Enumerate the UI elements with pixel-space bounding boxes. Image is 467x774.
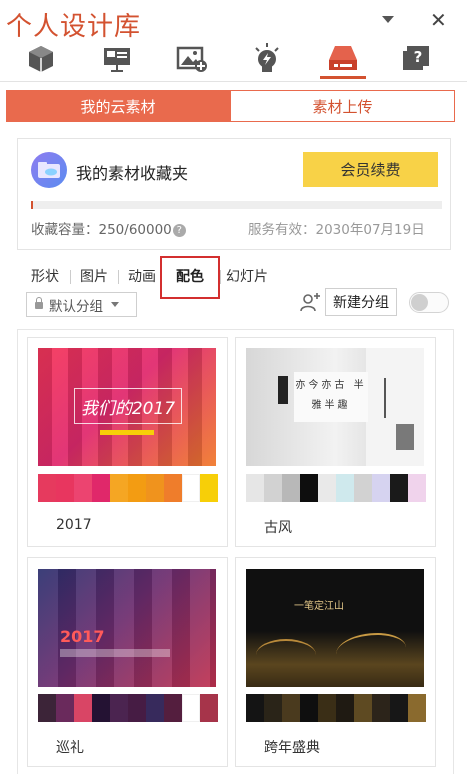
color-swatch <box>74 694 92 722</box>
capacity-label: 收藏容量： <box>31 222 99 238</box>
active-toolbar-indicator <box>320 76 366 79</box>
cube-icon[interactable] <box>24 42 58 76</box>
color-swatch <box>182 694 200 722</box>
thumbnail-caption: 我们的2017 <box>74 388 182 424</box>
color-swatch <box>336 474 354 502</box>
swatch-row <box>246 694 426 722</box>
category-divider <box>70 270 71 284</box>
color-swatch <box>300 474 318 502</box>
group-select-value: 默认分组 <box>49 298 103 315</box>
color-swatch <box>56 694 74 722</box>
new-group-button[interactable]: 新建分组 <box>325 288 397 316</box>
category-divider <box>220 270 221 284</box>
help-icon[interactable]: ? <box>399 42 433 76</box>
info-icon[interactable]: ? <box>172 224 186 237</box>
image-add-icon[interactable] <box>175 42 209 76</box>
palette-name: 古风 <box>264 520 292 536</box>
palette-thumbnail: 一笔定江山 <box>246 569 424 687</box>
bulb-icon[interactable] <box>250 42 284 76</box>
color-swatch <box>318 474 336 502</box>
color-swatch <box>146 694 164 722</box>
color-swatch <box>164 474 182 502</box>
color-swatch <box>336 694 354 722</box>
color-swatch <box>38 474 56 502</box>
color-swatch <box>74 474 92 502</box>
color-swatch <box>146 474 164 502</box>
color-swatch <box>264 474 282 502</box>
color-swatch <box>408 474 426 502</box>
color-swatch <box>354 694 372 722</box>
cloud-folder-icon <box>31 152 67 188</box>
toolbar-divider <box>0 81 467 82</box>
thumbnail-caption: 一笔定江山 <box>294 601 344 612</box>
close-icon[interactable]: ✕ <box>430 8 447 32</box>
panel-menu-arrow-icon[interactable] <box>382 16 394 23</box>
add-user-icon[interactable] <box>300 291 322 313</box>
category-image[interactable]: 图片 <box>80 266 108 286</box>
color-swatch <box>92 694 110 722</box>
color-swatch <box>200 474 218 502</box>
color-swatch <box>246 474 264 502</box>
color-swatch <box>300 694 318 722</box>
palette-thumbnail: 亦今亦古 半雅半趣 <box>246 348 424 466</box>
color-swatch <box>264 694 282 722</box>
lock-icon <box>35 297 43 309</box>
capacity-text: 收藏容量：250/60000? <box>31 218 186 238</box>
category-slides[interactable]: 幻灯片 <box>226 266 268 286</box>
color-swatch <box>182 474 200 502</box>
color-swatch <box>282 474 300 502</box>
color-swatch <box>372 474 390 502</box>
capacity-bar-fill <box>31 201 33 209</box>
color-swatch <box>128 694 146 722</box>
category-color-scheme[interactable]: 配色 <box>176 266 204 286</box>
color-swatch <box>164 694 182 722</box>
color-swatch <box>372 694 390 722</box>
palette-thumbnail: 我们的2017 <box>38 348 216 466</box>
color-swatch <box>110 694 128 722</box>
toggle-knob <box>411 294 428 311</box>
app-title: 个人设计库 <box>6 12 142 42</box>
service-expiry: 服务有效：2030年07月19日 <box>248 222 425 238</box>
drive-icon[interactable] <box>326 42 360 76</box>
palette-thumbnail: 2017 <box>38 569 216 687</box>
capacity-value: 250/60000 <box>98 222 172 238</box>
color-swatch <box>110 474 128 502</box>
chevron-down-icon <box>111 302 119 307</box>
color-swatch <box>200 694 218 722</box>
folder-title: 我的素材收藏夹 <box>76 164 189 183</box>
category-shape[interactable]: 形状 <box>31 266 59 286</box>
color-swatch <box>390 474 408 502</box>
color-swatch <box>38 694 56 722</box>
color-swatch <box>408 694 426 722</box>
swatch-row <box>246 474 426 502</box>
color-swatch <box>282 694 300 722</box>
color-swatch <box>128 474 146 502</box>
palette-name: 跨年盛典 <box>264 740 320 756</box>
thumbnail-caption: 亦今亦古 半雅半趣 <box>294 372 368 422</box>
thumbnail-caption: 2017 <box>60 627 105 646</box>
svg-text:?: ? <box>414 48 423 66</box>
color-swatch <box>56 474 74 502</box>
category-animation[interactable]: 动画 <box>128 266 156 286</box>
group-select[interactable]: 默认分组 <box>26 292 137 317</box>
tab-my-cloud-assets[interactable]: 我的云素材 <box>6 90 230 122</box>
color-swatch <box>318 694 336 722</box>
slide-icon[interactable] <box>100 42 134 76</box>
tab-asset-upload[interactable]: 素材上传 <box>230 90 455 122</box>
swatch-row <box>38 694 218 722</box>
color-swatch <box>354 474 372 502</box>
capacity-bar <box>31 201 442 209</box>
palette-name: 2017 <box>56 517 92 533</box>
vip-renew-button[interactable]: 会员续费 <box>303 152 438 187</box>
color-swatch <box>246 694 264 722</box>
color-swatch <box>92 474 110 502</box>
color-swatch <box>390 694 408 722</box>
category-divider <box>118 270 119 284</box>
palette-name: 巡礼 <box>56 740 84 756</box>
swatch-row <box>38 474 218 502</box>
